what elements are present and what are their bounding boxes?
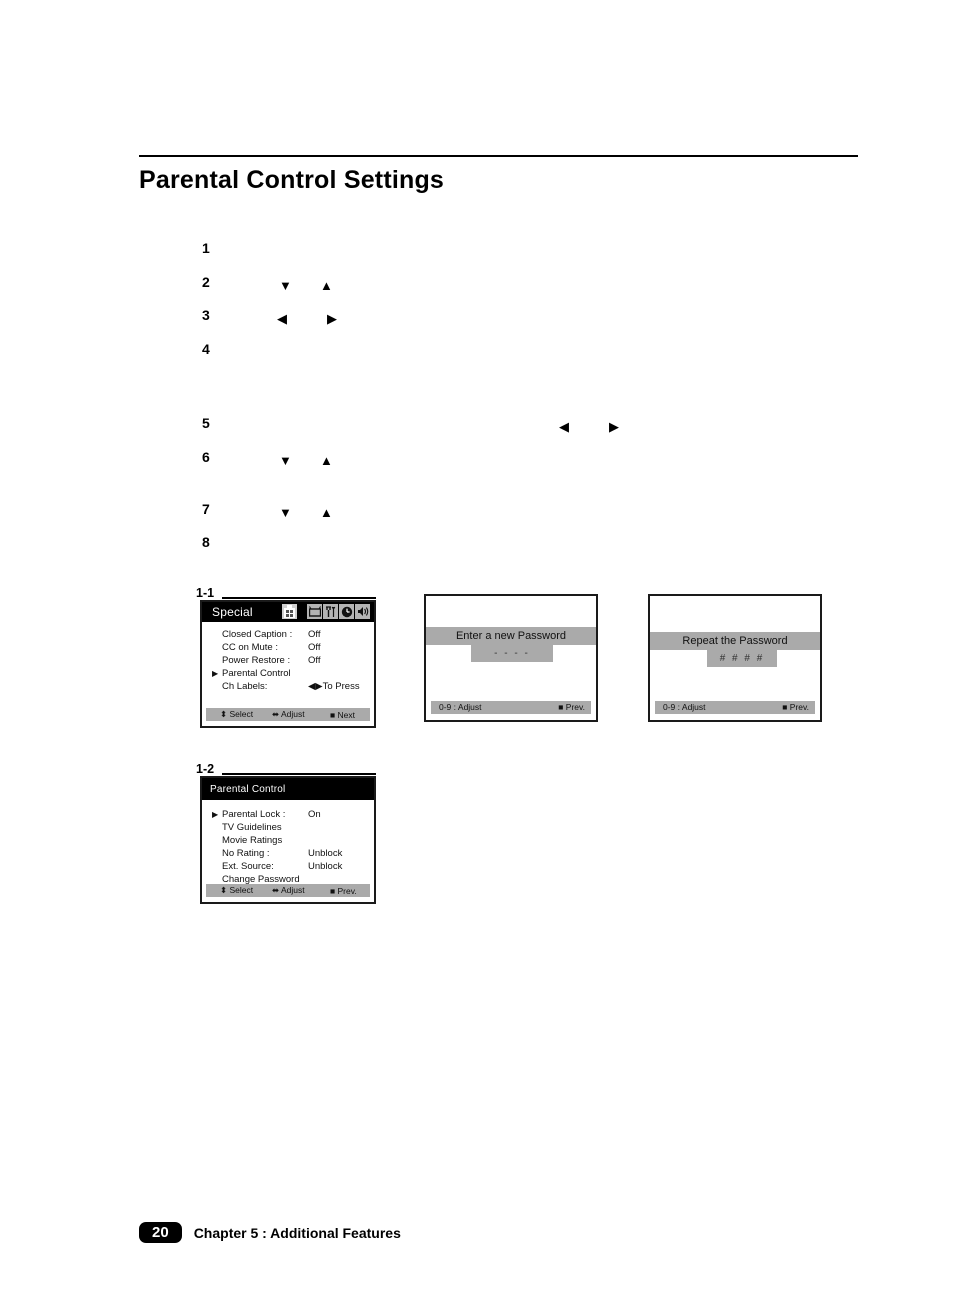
figure-label-1-2: 1-2	[196, 762, 215, 776]
osd-row-value: Unblock	[308, 861, 343, 872]
osd-footer: 0-9 : Adjust ■ Prev.	[431, 701, 591, 714]
step-number-2: 2	[202, 274, 210, 290]
osd-row-label: Parental Control	[222, 668, 291, 679]
osd-row-label: No Rating :	[222, 848, 270, 859]
osd-row-value: Off	[308, 629, 321, 640]
osd-row-value: On	[308, 809, 321, 820]
password-input[interactable]: - - - -	[471, 645, 553, 662]
osd-body: ▶ Parental Lock : On TV Guidelines Movie…	[202, 800, 374, 886]
step-number-5: 5	[202, 415, 210, 431]
osd-titlebar: Parental Control	[202, 778, 374, 800]
osd-row-selected[interactable]: ▶ Parental Control	[202, 667, 374, 680]
osd-footer: ⬍ Select ⬌ Adjust ■ Next	[206, 708, 370, 721]
osd-title: Parental Control	[210, 783, 286, 795]
step-number-4: 4	[202, 341, 210, 357]
chapter-title: Chapter 5 : Additional Features	[193, 1224, 401, 1241]
document-page: Parental Control Settings 1 2 ▼ ▲ 3 ◀ ▶ …	[0, 0, 954, 1313]
special-grid-icon	[282, 604, 297, 619]
osd-footer-action: ■ Next	[330, 709, 355, 720]
password-input[interactable]: # # # #	[707, 650, 777, 667]
osd-row-label: Power Restore :	[222, 655, 291, 666]
down-arrow-icon: ▼	[279, 278, 292, 293]
osd-row-label: Parental Lock :	[222, 809, 286, 820]
osd-enter-new-password: Enter a new Password - - - - 0-9 : Adjus…	[424, 594, 598, 722]
up-arrow-icon: ▲	[320, 505, 333, 520]
osd-title: Special	[212, 605, 253, 619]
password-prompt-band: Enter a new Password	[426, 627, 596, 645]
password-input-value: # # # #	[719, 653, 765, 664]
figure-rule-1-2	[222, 773, 376, 775]
osd-footer-select: ⬍ Select	[220, 885, 254, 895]
password-input-value: - - - -	[494, 648, 530, 659]
osd-repeat-password: Repeat the Password # # # # 0-9 : Adjust…	[648, 594, 822, 722]
right-arrow-icon: ▶	[609, 419, 619, 434]
step-number-1: 1	[202, 240, 210, 256]
osd-row-value: ◀▶To Press	[308, 681, 360, 692]
osd-row-selected[interactable]: ▶ Parental Lock : On	[202, 808, 374, 821]
step-number-8: 8	[202, 534, 210, 550]
osd-footer-adjust: ⬌ Adjust	[272, 885, 305, 895]
page-number-badge: 20	[139, 1222, 182, 1243]
osd-row[interactable]: No Rating : Unblock	[202, 847, 374, 860]
password-prompt-band: Repeat the Password	[650, 632, 820, 650]
osd-titlebar: Special	[202, 602, 374, 622]
osd-row-label: Ch Labels:	[222, 681, 268, 692]
up-arrow-icon: ▲	[320, 453, 333, 468]
osd-row[interactable]: Closed Caption : Off	[202, 628, 374, 641]
osd-row-value: Off	[308, 642, 321, 653]
osd-footer-select: ⬍ Select	[220, 709, 254, 719]
osd-row[interactable]: TV Guidelines	[202, 821, 374, 834]
osd-footer-adjust: ⬌ Adjust	[272, 709, 305, 719]
osd-special-menu: Special Closed Caption: Off CC on Mute …	[200, 600, 376, 728]
left-arrow-icon: ◀	[559, 419, 569, 434]
osd-body: Closed Caption : Off CC on Mute : Off Po…	[202, 622, 374, 693]
osd-footer-action: ■ Prev.	[330, 885, 357, 896]
osd-row[interactable]: Movie Ratings	[202, 834, 374, 847]
osd-footer-action: ■ Prev.	[782, 702, 809, 712]
osd-footer: ⬍ Select ⬌ Adjust ■ Prev.	[206, 884, 370, 897]
page-footer: 20 Chapter 5 : Additional Features	[139, 1222, 401, 1243]
osd-footer-action: ■ Prev.	[558, 702, 585, 712]
clock-icon[interactable]	[339, 604, 354, 619]
step-number-7: 7	[202, 501, 210, 517]
speaker-icon[interactable]	[355, 604, 370, 619]
step-number-3: 3	[202, 307, 210, 323]
osd-row[interactable]: Power Restore : Off	[202, 654, 374, 667]
osd-row-value: Unblock	[308, 848, 343, 859]
osd-row-label: CC on Mute :	[222, 642, 278, 653]
osd-row-label: Movie Ratings	[222, 835, 283, 846]
osd-row[interactable]: Ext. Source: Unblock	[202, 860, 374, 873]
osd-row[interactable]: Ch Labels: ◀▶To Press	[202, 680, 374, 693]
cursor-arrow-icon: ▶	[212, 810, 219, 819]
tv-icon[interactable]	[307, 604, 322, 619]
left-arrow-icon: ◀	[277, 311, 287, 326]
osd-footer: 0-9 : Adjust ■ Prev.	[655, 701, 815, 714]
step-number-6: 6	[202, 449, 210, 465]
osd-footer-adjust: 0-9 : Adjust	[439, 702, 482, 712]
password-prompt-text: Enter a new Password	[455, 630, 567, 642]
osd-footer-adjust: 0-9 : Adjust	[663, 702, 706, 712]
osd-parental-control-menu: Parental Control ▶ Parental Lock : On TV…	[200, 776, 376, 904]
figure-rule-1-1	[222, 597, 376, 599]
figure-label-1-1: 1-1	[196, 586, 215, 600]
osd-row-value: Off	[308, 655, 321, 666]
osd-row[interactable]: CC on Mute : Off	[202, 641, 374, 654]
down-arrow-icon: ▼	[279, 505, 292, 520]
up-arrow-icon: ▲	[320, 278, 333, 293]
osd-row-label: Closed Caption :	[222, 629, 293, 640]
password-prompt-text: Repeat the Password	[682, 635, 788, 647]
right-arrow-icon: ▶	[327, 311, 337, 326]
tools-icon[interactable]	[323, 604, 338, 619]
osd-row-label: Ext. Source:	[222, 861, 274, 872]
osd-icon-row	[307, 604, 370, 619]
osd-row-label: TV Guidelines	[222, 822, 282, 833]
down-arrow-icon: ▼	[279, 453, 292, 468]
cursor-arrow-icon: ▶	[212, 669, 219, 678]
